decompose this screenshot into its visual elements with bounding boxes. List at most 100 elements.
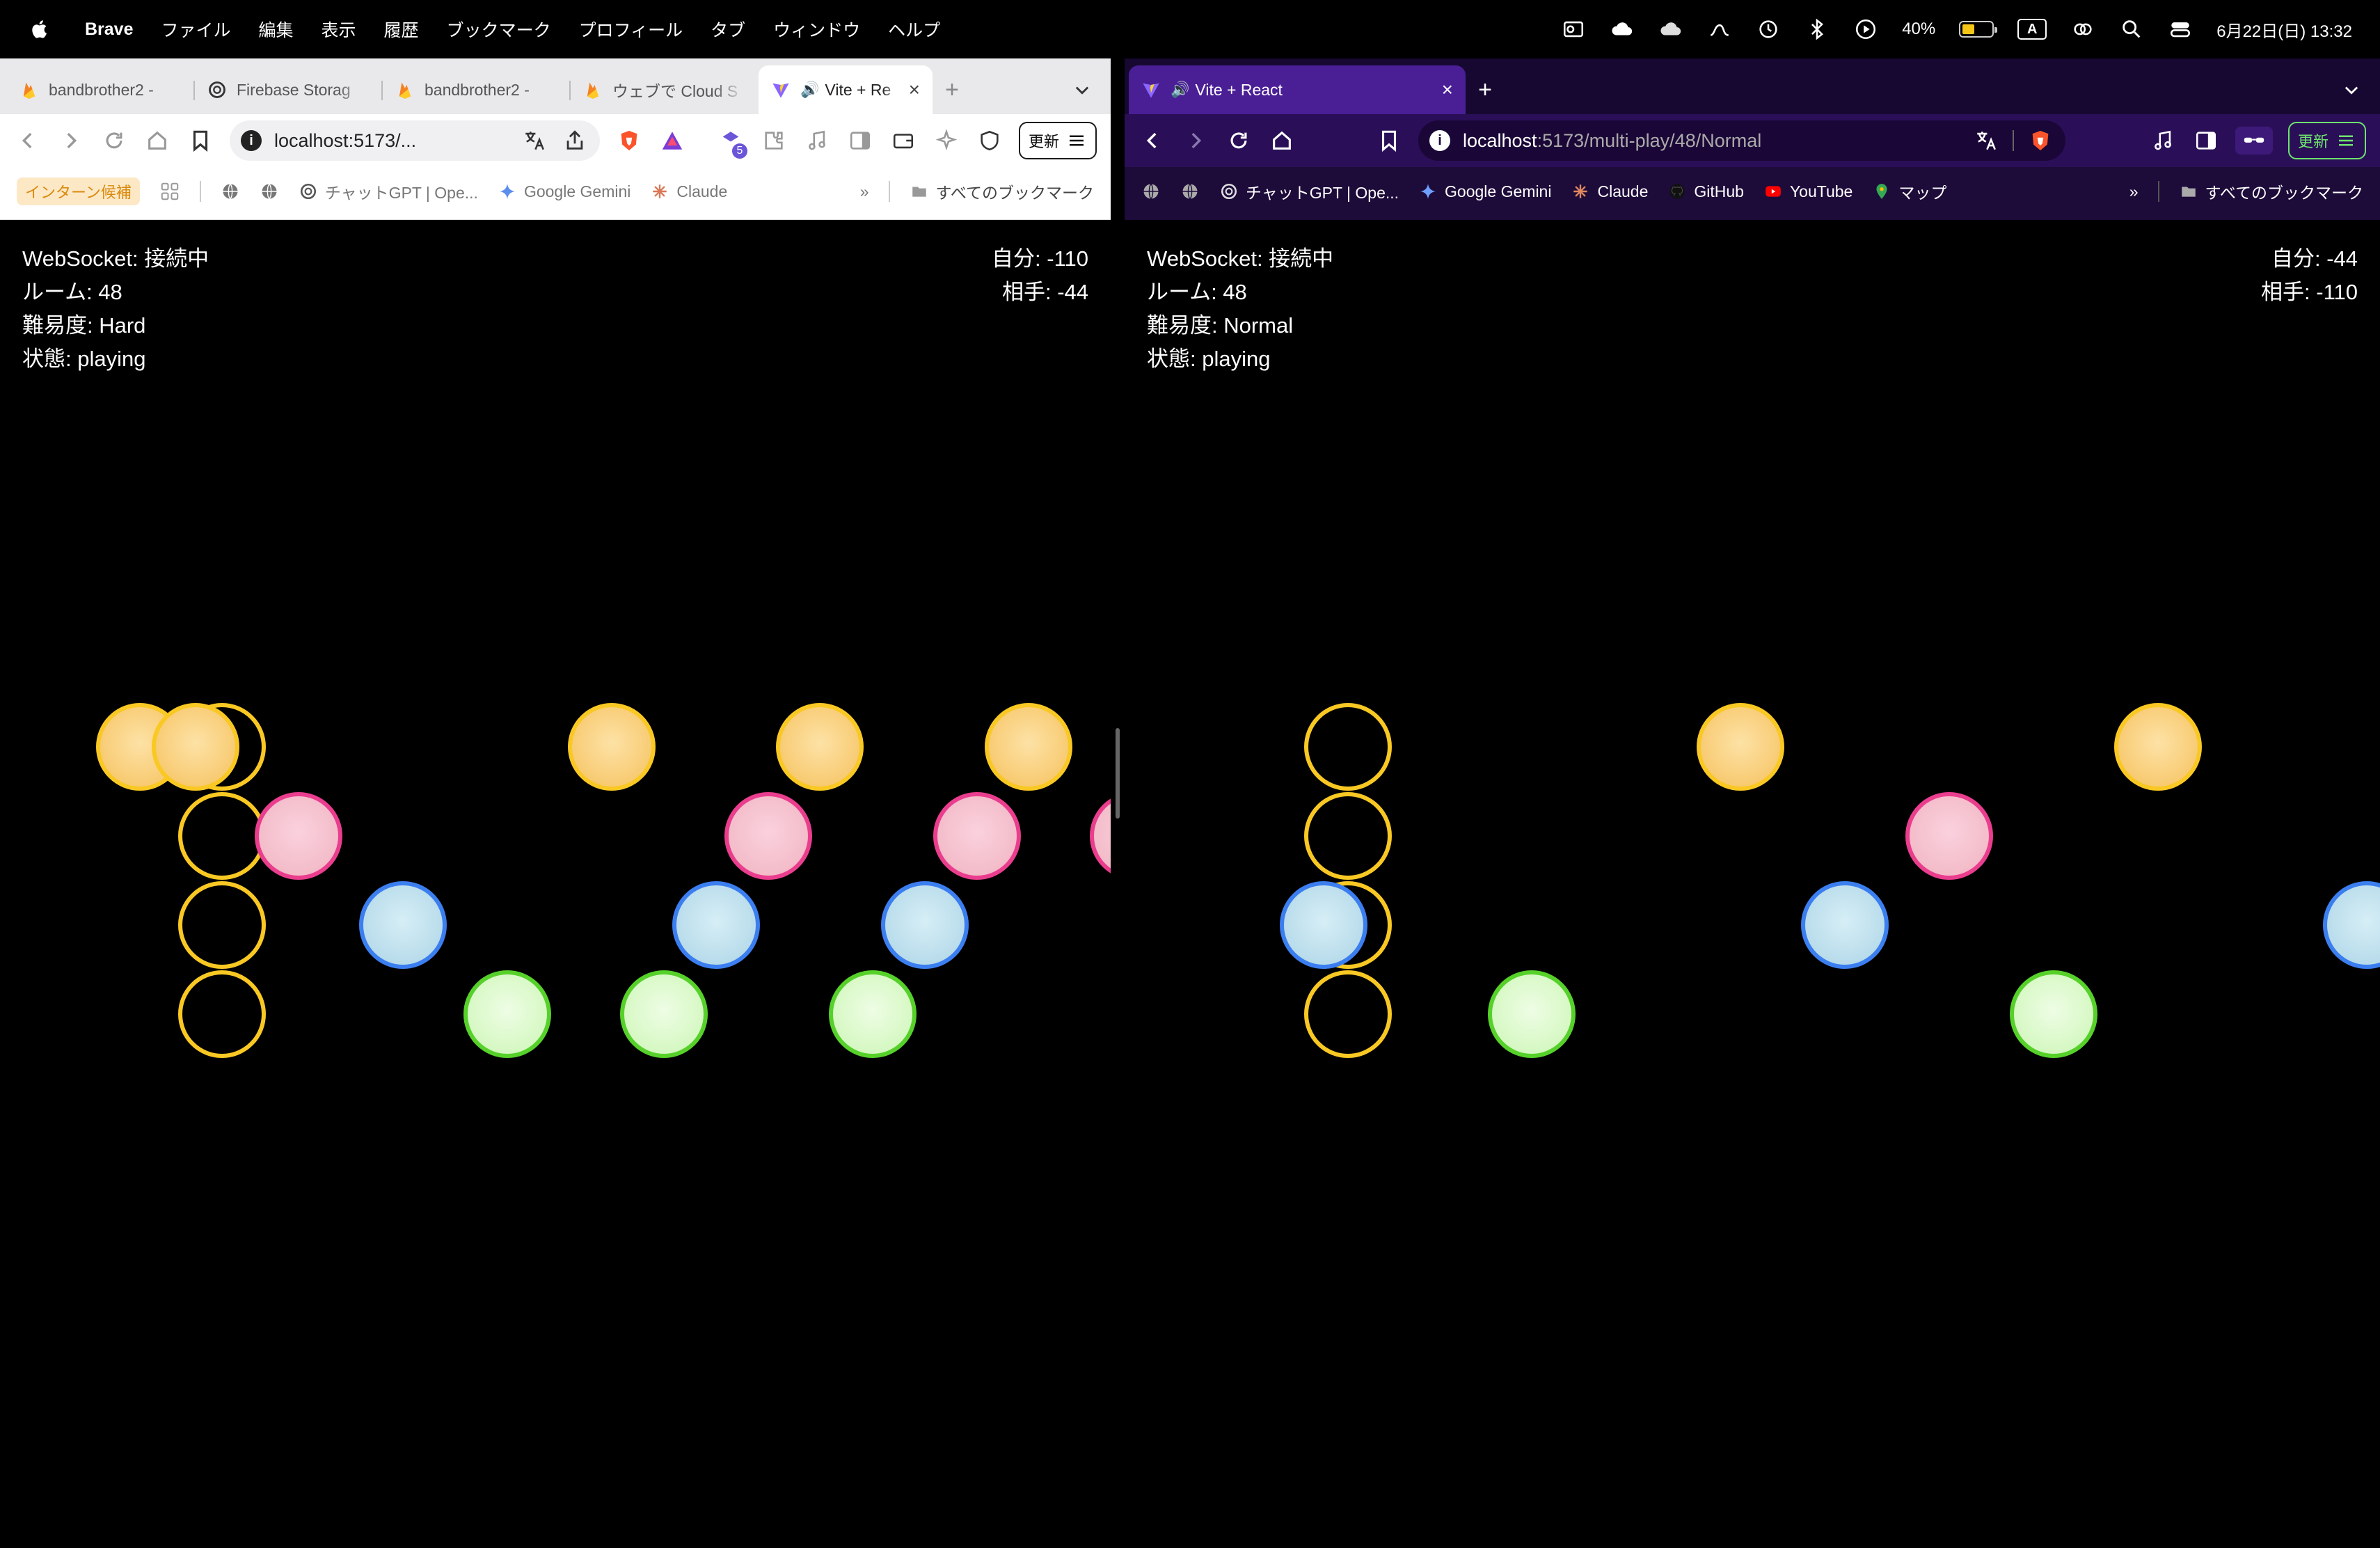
onedrive-icon[interactable] [1658,17,1683,42]
cloud-icon[interactable] [1610,17,1635,42]
more-bookmarks-chevron-icon[interactable]: » [860,182,869,201]
reload-icon[interactable] [1225,127,1253,155]
chevron-down-icon[interactable] [2340,78,2363,102]
bookmark-claude[interactable]: Claude [650,182,727,201]
tab-firebase-storage[interactable]: Firebase Storag [195,65,383,114]
address-bar[interactable]: i localhost:5173/... [230,120,600,161]
bookmark-icon[interactable] [1375,127,1403,155]
bookmark-claude[interactable]: Claude [1571,182,1648,201]
more-bookmarks-chevron-icon[interactable]: » [2129,182,2139,201]
game-canvas-left[interactable]: WebSocket: 接続中 ルーム: 48 難易度: Hard 状態: pla… [0,220,1111,1548]
bookmark-maps[interactable]: マップ [1872,180,1946,203]
update-button[interactable]: 更新 [2287,122,2366,159]
menu-bookmarks[interactable]: ブックマーク [447,17,551,42]
translate-icon[interactable] [1972,127,2000,155]
input-mode-indicator[interactable]: A [2017,19,2047,40]
globe-icon[interactable] [1141,182,1161,201]
menu-profiles[interactable]: プロフィール [579,17,683,42]
menu-window[interactable]: ウィンドウ [773,17,860,42]
reload-icon[interactable] [100,127,128,155]
private-glasses-icon[interactable] [2235,127,2273,155]
tab-cloud-storage[interactable]: ウェブで Cloud S [571,65,759,114]
target-ring-lane-2 [1304,792,1392,880]
target-ring-lane-4 [1304,970,1392,1058]
bookmark-label: チャットGPT | Ope... [1246,184,1399,202]
wallet-icon[interactable] [889,127,917,155]
chevron-down-icon[interactable] [1070,78,1094,102]
new-tab-button[interactable]: + [1466,65,1505,114]
bookmark-youtube[interactable]: YouTube [1763,182,1853,201]
menu-view[interactable]: 表示 [322,17,356,42]
speaker-icon[interactable]: 🔊 [800,81,819,99]
tab-bandbrother-1[interactable]: bandbrother2 - [7,65,195,114]
apple-menu-icon[interactable] [28,15,53,43]
sidebar-toggle-icon[interactable] [846,127,874,155]
vpn-shield-icon[interactable] [976,127,1003,155]
bookmark-chatgpt[interactable]: チャットGPT | Ope... [1219,180,1399,203]
back-arrow-icon[interactable] [14,127,42,155]
split-view-divider[interactable] [1111,58,1125,1548]
leo-ai-icon[interactable] [933,127,960,155]
close-tab-icon[interactable]: × [1442,79,1453,101]
address-bar[interactable]: i localhost:5173/multi-play/48/Normal [1418,120,2065,161]
close-tab-icon[interactable]: × [909,79,920,101]
brave-shields-icon[interactable] [615,127,643,155]
tab-vite-react-active[interactable]: 🔊 Vite + React × [1129,65,1466,114]
battery-icon[interactable] [1959,21,1998,38]
bookmark-intern-candidates[interactable]: インターン候補 [17,177,140,205]
new-tab-button[interactable]: + [933,65,971,114]
spotlight-search-icon[interactable] [2119,17,2144,42]
menubar-clock[interactable]: 6月22日(日) 13:32 [2216,17,2352,42]
all-bookmarks-folder[interactable]: すべてのブックマーク [2179,180,2363,203]
apps-grid-icon[interactable] [159,181,180,202]
share-icon[interactable] [561,127,589,155]
forward-arrow-icon[interactable] [57,127,85,155]
menu-help[interactable]: ヘルプ [888,17,940,42]
outlook-icon[interactable] [1561,17,1586,42]
bluetooth-icon[interactable] [1804,17,1830,42]
globe-icon[interactable] [221,182,240,201]
bookmark-gemini[interactable]: Google Gemini [1418,182,1551,201]
extensions-puzzle-icon[interactable] [760,127,788,155]
extension-badge-icon[interactable]: 5 [717,127,747,159]
site-info-icon[interactable]: i [1429,130,1450,151]
screen-share-icon[interactable] [2070,17,2095,42]
game-canvas-right[interactable]: WebSocket: 接続中 ルーム: 48 難易度: Normal 状態: p… [1125,220,2380,1548]
brave-rewards-icon[interactable] [658,127,686,155]
menu-file[interactable]: ファイル [161,17,231,42]
globe-icon[interactable] [260,182,279,201]
menu-app-name[interactable]: Brave [85,19,134,40]
back-arrow-icon[interactable] [1139,127,1166,155]
site-info-icon[interactable]: i [241,130,262,151]
music-note-icon[interactable] [803,127,831,155]
menu-history[interactable]: 履歴 [384,17,419,42]
bookmark-icon[interactable] [187,127,214,155]
speaker-icon[interactable]: 🔊 [1171,81,1189,99]
update-button[interactable]: 更新 [1018,122,1097,159]
timemachine-icon[interactable] [1756,17,1781,42]
menu-edit[interactable]: 編集 [259,17,294,42]
tab-bandbrother-2[interactable]: bandbrother2 - [383,65,571,114]
bookmark-gemini[interactable]: Google Gemini [498,182,630,201]
home-icon[interactable] [143,127,171,155]
menu-tab[interactable]: タブ [711,17,745,42]
bookmark-label: YouTube [1789,182,1853,200]
play-icon[interactable] [1853,17,1878,42]
wave-icon[interactable] [1707,17,1732,42]
url-text[interactable]: localhost:5173/... [274,130,508,152]
note-pink [1905,792,1993,880]
url-text[interactable]: localhost:5173/multi-play/48/Normal [1463,130,1960,152]
sidebar-toggle-icon[interactable] [2192,127,2220,155]
divider-handle[interactable] [1116,728,1120,819]
bookmark-chatgpt[interactable]: チャットGPT | Ope... [299,180,478,203]
bookmark-github[interactable]: GitHub [1667,182,1744,201]
brave-shields-icon[interactable] [2026,127,2054,155]
tab-vite-react-active[interactable]: 🔊 Vite + Re × [759,65,933,114]
music-note-icon[interactable] [2149,127,2177,155]
home-icon[interactable] [1268,127,1296,155]
all-bookmarks-folder[interactable]: すべてのブックマーク [910,180,1094,203]
translate-icon[interactable] [521,127,548,155]
control-center-icon[interactable] [2168,17,2193,42]
globe-icon[interactable] [1180,182,1200,201]
forward-arrow-icon[interactable] [1182,127,1209,155]
